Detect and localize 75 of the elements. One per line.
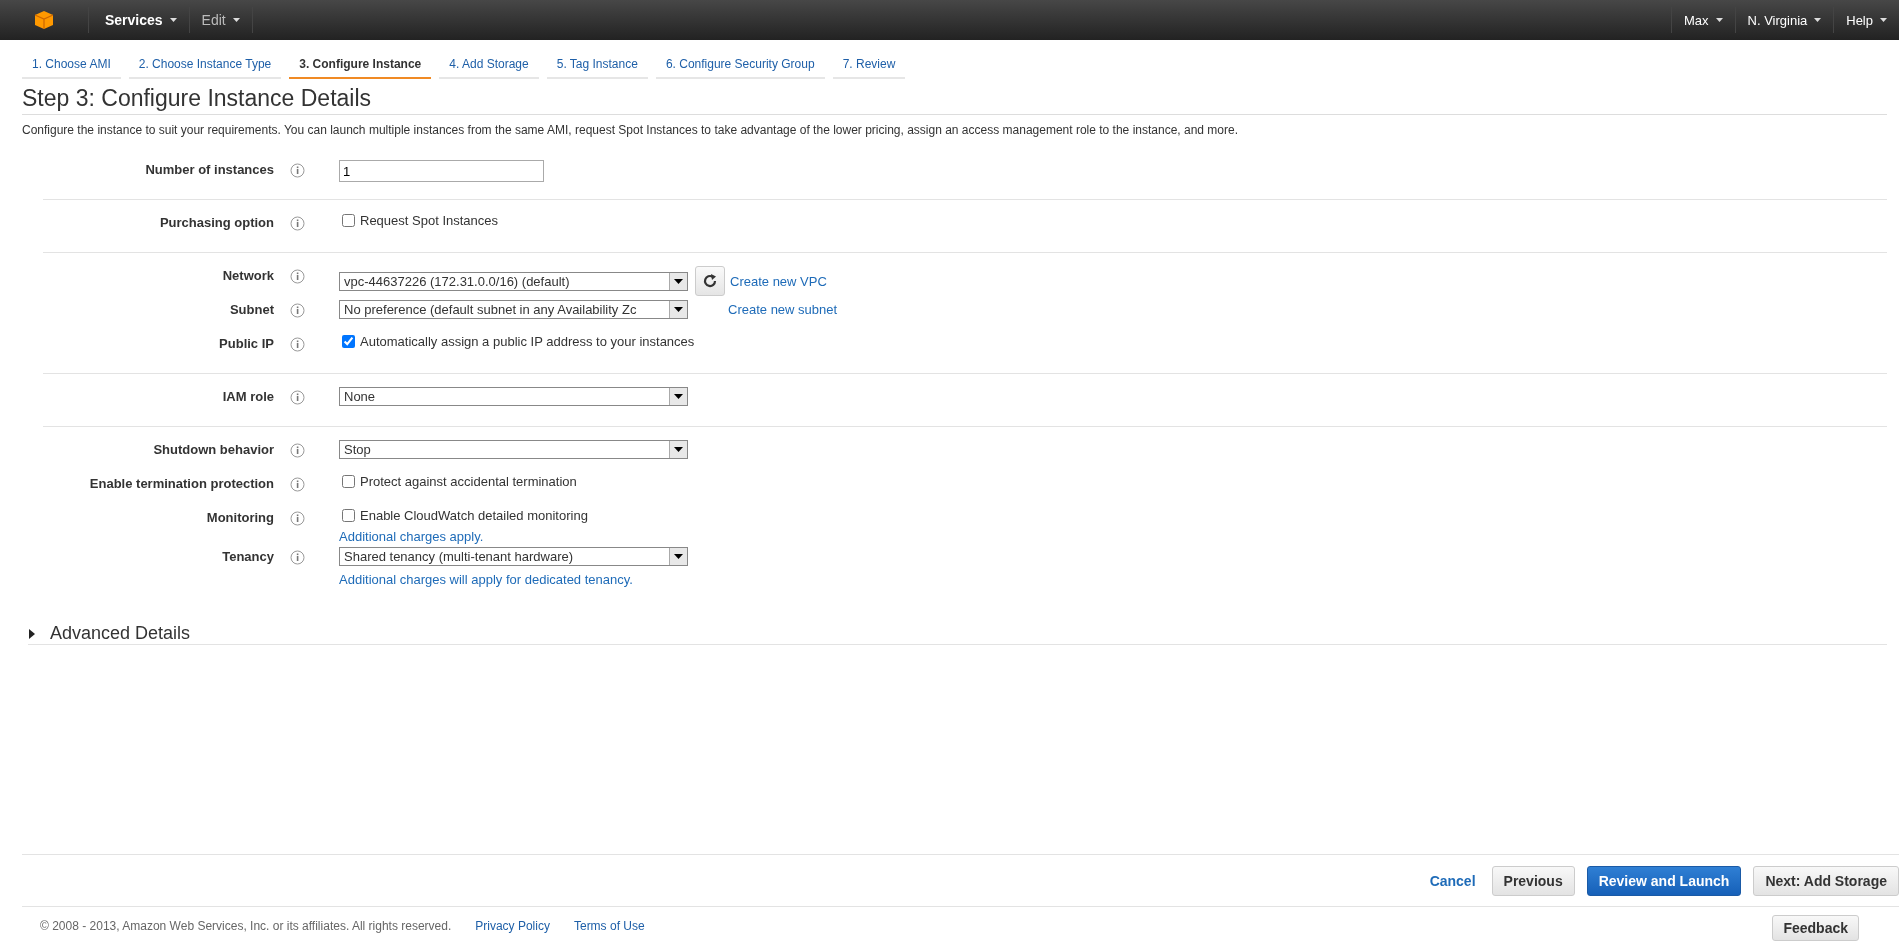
footer-link[interactable]: Terms of Use: [573, 919, 645, 933]
dropdown[interactable]: vpc-44637226 (172.31.0.0/16) (default): [339, 271, 688, 291]
checkbox-label[interactable]: Automatically assign a public IP address to your instances: [360, 334, 695, 349]
caret-icon: [1880, 18, 1887, 22]
info-icon: [290, 163, 305, 178]
wizard-step-tab[interactable]: 4. Add Storage: [439, 54, 539, 79]
caret-icon: [169, 18, 177, 22]
wizard-step-tab[interactable]: 1. Choose AMI: [22, 54, 121, 79]
dropdown-arrow-icon: [674, 278, 683, 284]
caret-icon: [1814, 18, 1822, 22]
wizard-step-tab[interactable]: 5. Tag Instance: [546, 54, 648, 79]
info-icon: [290, 390, 305, 405]
field-label: Tenancy: [221, 548, 274, 564]
caret-icon: [232, 18, 240, 22]
menu-button[interactable]: Max: [1670, 7, 1735, 33]
wizard-button[interactable]: Previous: [1491, 866, 1575, 896]
field-label: Subnet: [228, 301, 274, 317]
checkbox[interactable]: [342, 509, 355, 522]
field-label: Number of instances: [144, 161, 274, 177]
checkbox[interactable]: [342, 475, 355, 488]
dropdown-arrow-icon: [674, 554, 683, 559]
checkbox-label[interactable]: Request Spot Instances: [360, 213, 499, 228]
link[interactable]: Additional charges apply.: [339, 529, 588, 544]
caret-icon: [1715, 18, 1723, 22]
caret-right-icon: [28, 628, 36, 639]
wizard-button[interactable]: Next: Add Storage: [1753, 866, 1899, 896]
page-title: Step 3: Configure Instance Details: [22, 85, 1887, 115]
copyright-text: © 2008 - 2013, Amazon Web Services, Inc. or its affiliates. All rights reserved.: [40, 919, 452, 933]
info-icon: [290, 216, 305, 231]
info-icon: [290, 337, 305, 352]
info-icon: [290, 303, 305, 318]
field-label: IAM role: [221, 388, 274, 404]
wizard-step-tab[interactable]: 7. Review: [832, 54, 906, 79]
dropdown-arrow-icon: [674, 307, 683, 312]
dropdown[interactable]: Shared tenancy (multi-tenant hardware): [339, 547, 688, 566]
link[interactable]: Create new subnet: [728, 302, 838, 317]
dropdown-arrow-icon: [674, 394, 683, 399]
feedback-button[interactable]: Feedback: [1772, 915, 1859, 941]
link[interactable]: Create new VPC: [730, 273, 827, 289]
dropdown-arrow-icon: [674, 447, 683, 452]
info-icon: [290, 477, 305, 492]
field-label: Network: [221, 267, 274, 283]
menu-button[interactable]: Edit: [189, 7, 253, 33]
input-field[interactable]: 1: [339, 160, 544, 182]
checkbox[interactable]: [342, 214, 355, 227]
refresh-icon: [702, 273, 718, 289]
dropdown[interactable]: No preference (default subnet in any Availability Zc: [339, 300, 688, 319]
cube-icon: [34, 10, 54, 30]
page-description: Configure the instance to suit your requirements. You can launch multiple instances from the same AMI, request Spot Instances to take advantage of the lower pricing, assign an access management role to the instance, and more.: [22, 123, 1240, 137]
checkbox-label[interactable]: Protect against accidental termination: [360, 474, 577, 489]
field-label: Shutdown behavior: [152, 441, 274, 457]
section-toggle[interactable]: Advanced Details: [50, 623, 191, 644]
wizard-step-tab[interactable]: 6. Configure Security Group: [655, 54, 825, 79]
checkbox-label[interactable]: Enable CloudWatch detailed monitoring: [360, 508, 588, 523]
field-label: Monitoring: [205, 509, 274, 525]
field-label: Purchasing option: [158, 214, 274, 230]
refresh-button[interactable]: [695, 266, 725, 296]
menu-button[interactable]: Services: [89, 7, 190, 33]
wizard-step-tab[interactable]: 2. Choose Instance Type: [128, 54, 282, 79]
menu-button[interactable]: N. Virginia: [1734, 7, 1834, 33]
field-label: Enable termination protection: [88, 475, 274, 491]
menu-button[interactable]: Help: [1833, 7, 1899, 33]
info-icon: [290, 443, 305, 458]
link[interactable]: Additional charges will apply for dedicated tenancy.: [339, 572, 688, 587]
cancel-link[interactable]: Cancel: [1429, 873, 1476, 889]
info-icon: [290, 269, 305, 284]
dropdown[interactable]: Stop: [339, 440, 688, 459]
wizard-button[interactable]: Review and Launch: [1586, 866, 1742, 896]
dropdown[interactable]: None: [339, 387, 688, 406]
info-icon: [290, 550, 305, 565]
footer-link[interactable]: Privacy Policy: [475, 919, 550, 933]
wizard-step-tab[interactable]: 3. Configure Instance: [289, 54, 432, 79]
field-label: Public IP: [218, 335, 274, 351]
checkbox[interactable]: [342, 335, 355, 348]
info-icon: [290, 511, 305, 526]
